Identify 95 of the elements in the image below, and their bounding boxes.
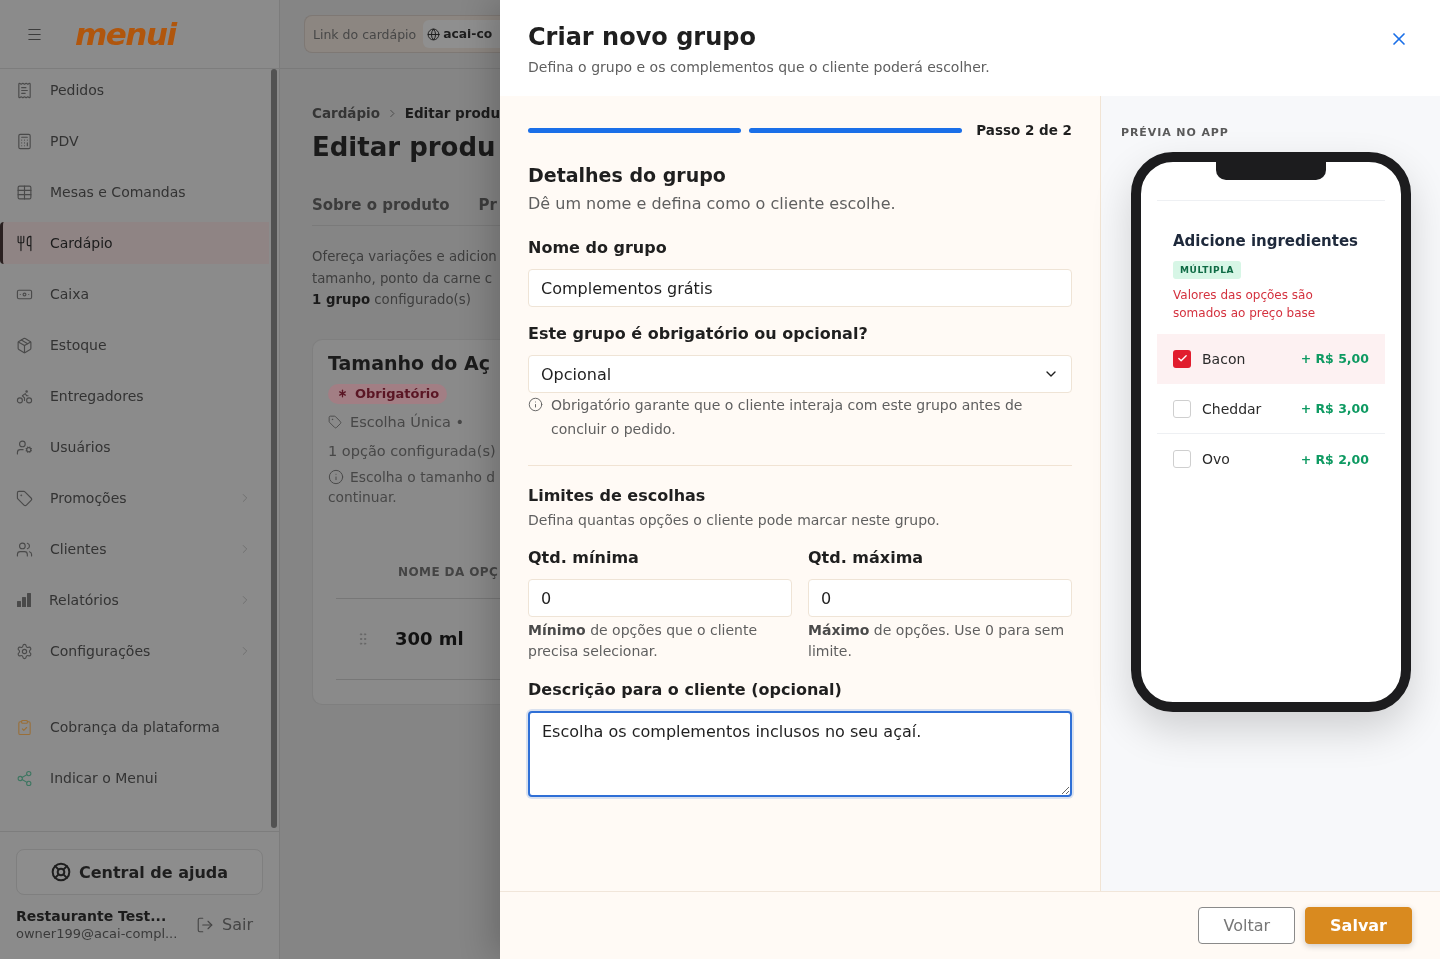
field-label: Descrição para o cliente (opcional) — [528, 680, 843, 700]
info-icon — [528, 397, 543, 412]
logout-icon — [196, 915, 214, 934]
modal-subtitle: Defina o grupo e os complementos que o cliente poderá escolher. — [528, 58, 990, 77]
receipt-icon — [16, 81, 33, 99]
section-title: Limites de escolhas — [528, 486, 707, 506]
option-name: Bacon — [1202, 350, 1246, 367]
field-hint: Mínimo de opções que o cliente precisa selecionar. — [528, 621, 759, 661]
tab[interactable]: Pr — [478, 195, 497, 215]
logout-button[interactable]: Sair — [196, 915, 263, 934]
bicycle-icon — [16, 387, 33, 405]
input-field[interactable]: 0 — [528, 579, 792, 617]
input-field[interactable]: 0 — [808, 579, 1072, 617]
user-name: Restaurante Test... — [16, 907, 168, 925]
lifebuoy-icon — [50, 862, 71, 882]
section-title: Detalhes do grupo — [528, 163, 727, 187]
link-label: Link do cardápio — [313, 26, 417, 42]
field-label: Qtd. mínima — [528, 548, 640, 568]
settings-icon — [16, 642, 33, 660]
globe-icon — [427, 27, 441, 41]
asterisk-icon — [336, 387, 349, 400]
table-cell: 300 ml — [395, 628, 464, 649]
users-icon — [16, 540, 33, 558]
group-title: Tamanho do Aç — [328, 350, 490, 375]
nav-item[interactable]: Clientes — [0, 528, 269, 570]
nav-item[interactable]: Configurações — [0, 630, 269, 672]
preview-label: PRÉVIA NO APP — [1121, 125, 1230, 141]
field-hint: Máximo de opções. Use 0 para sem limite. — [808, 621, 1066, 661]
step-label: Passo 2 de 2 — [976, 122, 1072, 138]
choice-type: Escolha Única • — [350, 412, 465, 432]
save-button[interactable]: Salvar — [1305, 907, 1412, 944]
nav-item[interactable]: Cobrança da plataforma — [0, 706, 269, 748]
nav-item[interactable]: Relatórios — [0, 579, 269, 621]
bar-chart-icon — [16, 592, 32, 608]
select-field[interactable]: Opcional — [528, 355, 1072, 393]
nav-item[interactable]: Indicar o Menui — [0, 757, 269, 799]
option-row[interactable]: Bacon + R$ 5,00 — [1157, 334, 1385, 384]
modal-title: Criar novo grupo — [528, 22, 757, 53]
breadcrumb-link[interactable]: Cardápio — [312, 105, 380, 122]
column-header: NOME DA OPÇ — [398, 565, 499, 579]
tag-icon — [16, 489, 33, 507]
scrollbar-thumb[interactable] — [271, 69, 277, 828]
option-price: + R$ 5,00 — [1300, 351, 1369, 366]
nav-item[interactable]: Estoque — [0, 324, 269, 366]
nav-item[interactable]: Entregadores — [0, 375, 269, 417]
check-icon — [1176, 353, 1188, 364]
nav-item[interactable]: Cardápio — [0, 222, 269, 264]
price-note: Valores das opções são somados ao preço base — [1173, 287, 1317, 322]
nav-item[interactable]: Usuários — [0, 426, 269, 468]
group-count-text: 1 grupo configurado(s) — [312, 291, 472, 309]
checkbox[interactable] — [1173, 349, 1191, 368]
breadcrumb-current: Editar produ — [404, 105, 500, 122]
user-gear-icon — [16, 438, 33, 456]
help-center-button[interactable]: Central de ajuda — [16, 849, 263, 895]
section-subtitle: Defina quantas opções o cliente pode marcar neste grupo. — [528, 511, 941, 529]
share-icon — [16, 769, 33, 787]
table-icon — [16, 183, 33, 201]
multiple-badge: MÚLTIPLA — [1173, 261, 1242, 279]
user-email: owner199@acai-compl... — [16, 925, 178, 942]
fork-knife-icon — [16, 234, 33, 252]
field-label: Este grupo é obrigatório ou opcional? — [528, 324, 869, 344]
preview-group-title: Adicione ingredientes — [1173, 231, 1359, 251]
options-count: 1 opção configurada(s) — [328, 441, 496, 461]
textarea-field[interactable]: Escolha os complementos inclusos no seu açaí. — [528, 711, 1072, 797]
option-row[interactable]: Cheddar + R$ 3,00 — [1157, 384, 1385, 434]
tag-icon — [328, 414, 342, 429]
option-price: + R$ 2,00 — [1300, 451, 1369, 467]
calculator-icon — [16, 132, 33, 150]
option-name: Cheddar — [1202, 400, 1262, 417]
checkbox[interactable] — [1173, 450, 1191, 468]
checkbox[interactable] — [1173, 399, 1191, 418]
option-price: + R$ 3,00 — [1300, 401, 1369, 416]
box-icon — [16, 336, 33, 354]
page-title: Editar produ — [312, 131, 497, 164]
info-icon — [328, 468, 344, 485]
section-subtitle: Dê um nome e defina como o cliente escolhe. — [528, 194, 897, 214]
option-name: Ovo — [1202, 451, 1230, 467]
back-button[interactable]: Voltar — [1198, 907, 1296, 944]
nav-item[interactable]: PDV — [0, 120, 269, 162]
tab[interactable]: Sobre o produto — [312, 195, 450, 215]
field-label: Qtd. máxima — [808, 548, 925, 568]
field-label: Nome do grupo — [528, 238, 668, 258]
menu-link[interactable]: acai-co — [423, 20, 500, 48]
clipboard-check-icon — [16, 718, 33, 736]
option-row[interactable]: Ovo + R$ 2,00 — [1157, 434, 1385, 484]
group-hint: continuar. — [328, 487, 397, 507]
group-hint: Escolha o tamanho d — [350, 467, 495, 487]
nav-item[interactable]: Promoções — [0, 477, 269, 519]
brand-logo: menui — [75, 18, 176, 50]
help-text: Obrigatório garante que o cliente interaja com este grupo antes de concluir o pedido. — [551, 396, 1024, 439]
nav-item[interactable]: Caixa — [0, 273, 269, 315]
nav-item[interactable]: Pedidos — [0, 69, 269, 111]
badge-text: Obrigatório — [355, 386, 440, 401]
input-field[interactable]: Complementos grátis — [528, 269, 1072, 307]
nav-item[interactable]: Mesas e Comandas — [0, 171, 269, 213]
